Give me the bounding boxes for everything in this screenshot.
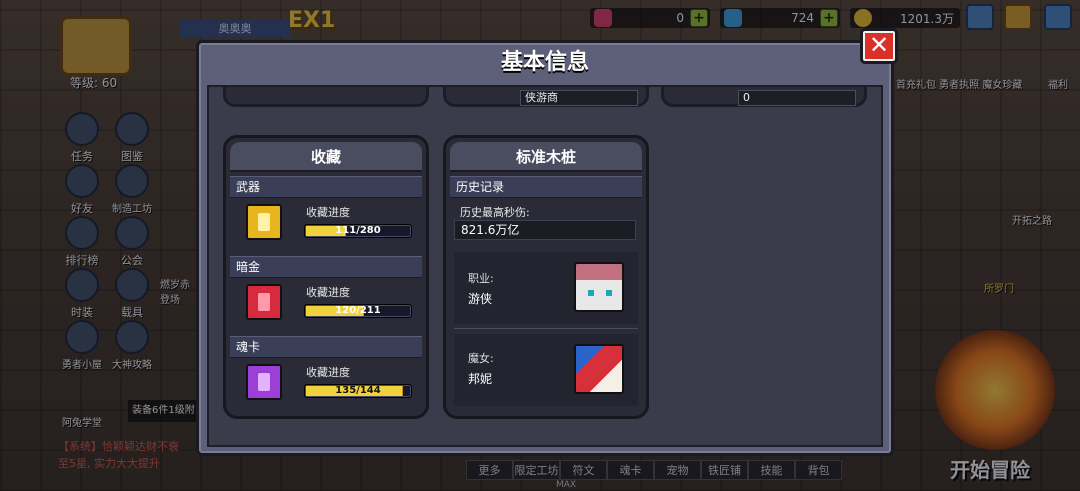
progress-label: 收藏进度	[306, 286, 350, 299]
progress-text: 120/211	[335, 305, 381, 316]
collection-panel: 收藏 武器 收藏进度 111/280 暗金 收藏进度 120/211 魂卡 收藏…	[223, 135, 429, 419]
dummy-header: 标准木桩	[450, 142, 642, 172]
modal-title: 基本信息	[500, 50, 589, 75]
collection-header: 收藏	[230, 142, 422, 172]
dummy-panel: 标准木桩 历史记录 历史最高秒伤: 821.6万亿 职业: 游侠 魔女: 邦妮	[443, 135, 649, 419]
witch-label: 魔女:	[468, 352, 494, 365]
class-label: 职业:	[468, 272, 494, 285]
basic-info-modal: 基本信息 侠游商 0 收藏 武器 收藏进度 111/280 暗金 收藏进度 12…	[196, 40, 894, 456]
witch-row: 魔女: 邦妮	[454, 334, 638, 406]
category-weapon: 武器	[230, 176, 422, 198]
category-soul-card: 魂卡	[230, 336, 422, 358]
soul-card-icon	[246, 364, 282, 400]
dark-gold-progress-bar: 120/211	[304, 304, 412, 318]
witch-portrait	[574, 344, 624, 394]
close-button[interactable]: ✕	[860, 28, 898, 64]
max-dps-label: 历史最高秒伤:	[460, 206, 530, 219]
top-panel-middle: 侠游商	[443, 87, 649, 107]
class-name: 游侠	[468, 292, 493, 306]
witch-name: 邦妮	[468, 372, 493, 386]
dark-gold-icon	[246, 284, 282, 320]
max-dps-value: 821.6万亿	[454, 220, 636, 240]
top-panel-right: 0	[661, 87, 867, 107]
progress-text: 111/280	[335, 225, 381, 236]
top-panel-left	[223, 87, 429, 107]
weapon-icon	[246, 204, 282, 240]
modal-content: 侠游商 0 收藏 武器 收藏进度 111/280 暗金 收藏进度 120/211…	[207, 85, 883, 447]
weapon-progress-bar: 111/280	[304, 224, 412, 238]
top-field-middle: 侠游商	[520, 90, 638, 106]
progress-label: 收藏进度	[306, 206, 350, 219]
category-dark-gold: 暗金	[230, 256, 422, 278]
top-field-right: 0	[738, 90, 856, 106]
soul-card-progress-bar: 135/144	[304, 384, 412, 398]
ranger-portrait	[574, 262, 624, 312]
class-row: 职业: 游侠	[454, 252, 638, 324]
progress-text: 135/144	[335, 385, 381, 396]
history-title: 历史记录	[450, 176, 642, 198]
divider	[454, 328, 638, 329]
progress-label: 收藏进度	[306, 366, 350, 379]
